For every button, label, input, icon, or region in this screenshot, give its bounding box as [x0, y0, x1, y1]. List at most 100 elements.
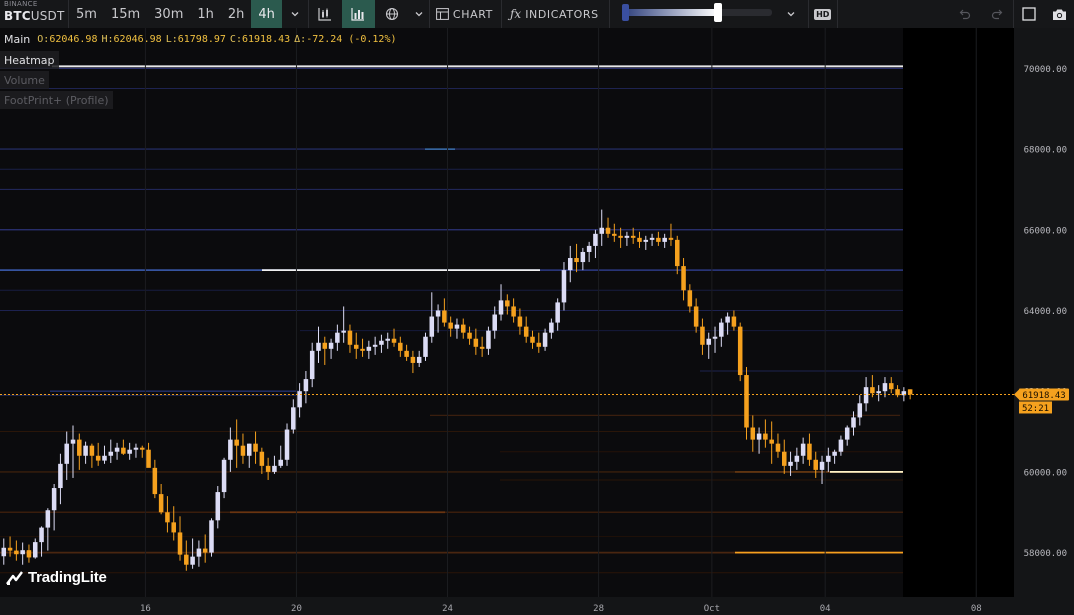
candle-body — [763, 433, 768, 440]
candle-body — [108, 451, 114, 456]
candle-body — [454, 324, 460, 329]
time-tick-label: Oct — [704, 604, 720, 614]
symbol-selector[interactable]: BINANCE BTCUSDT — [0, 0, 68, 28]
slider-min-handle[interactable] — [621, 4, 629, 21]
tradinglite-logo-icon — [6, 570, 23, 585]
candle-body — [7, 547, 13, 551]
candle-body — [750, 427, 756, 440]
candle-body — [700, 326, 705, 345]
high-value: 62046.98 — [113, 33, 162, 45]
close-value: 61918.43 — [241, 33, 291, 45]
candle-body — [177, 532, 183, 555]
candle-body — [26, 550, 32, 558]
candle-body — [196, 548, 202, 557]
candle-body — [39, 527, 44, 543]
timeframe-30m[interactable]: 30m — [147, 0, 190, 28]
time-tick-label: 20 — [291, 604, 302, 614]
candle-body — [102, 455, 107, 461]
candle-body — [687, 290, 693, 307]
redo-icon — [991, 9, 1003, 20]
chart-settings-button[interactable]: CHART — [430, 0, 501, 28]
time-tick-label: 24 — [442, 604, 453, 614]
candle-body — [838, 439, 844, 452]
redo-button[interactable] — [981, 0, 1013, 28]
square-icon — [1022, 7, 1036, 21]
time-tick-label: 16 — [140, 604, 151, 614]
candle-body — [737, 326, 743, 376]
heatmap-mode-button[interactable] — [341, 0, 375, 28]
candle-body — [593, 233, 598, 246]
candle-body — [769, 439, 774, 444]
hd-badge: HD — [814, 8, 832, 20]
time-tick-label: 04 — [820, 604, 831, 614]
candle-body — [706, 338, 711, 345]
slider-max-handle[interactable] — [713, 3, 722, 22]
candle-countdown: 52:21 — [1022, 404, 1049, 414]
candle-body — [253, 443, 258, 452]
time-axis — [0, 597, 1014, 615]
globe-dropdown[interactable] — [409, 0, 429, 28]
candle-body — [70, 439, 76, 444]
candle-body — [719, 322, 724, 337]
fullscreen-button[interactable] — [1014, 0, 1044, 28]
price-chart[interactable]: 58000.0060000.0062000.0064000.0066000.00… — [0, 28, 1074, 615]
candle-body — [870, 387, 875, 394]
candle-body — [857, 403, 863, 418]
candle-body — [630, 235, 636, 238]
globe-button[interactable] — [375, 0, 409, 28]
future-area — [903, 28, 1014, 597]
undo-button[interactable] — [949, 0, 981, 28]
timeframe-2h[interactable]: 2h — [221, 0, 252, 28]
candle-body — [322, 342, 328, 349]
candle-body — [328, 342, 334, 349]
timeframe-dropdown[interactable] — [282, 0, 308, 28]
slider-dropdown[interactable] — [774, 0, 808, 28]
candle-body — [139, 447, 145, 450]
candle-body — [876, 391, 881, 394]
chart-area[interactable]: 58000.0060000.0062000.0064000.0066000.00… — [0, 28, 1074, 615]
layer-heatmap[interactable]: Heatmap — [0, 51, 59, 69]
candle-body — [20, 550, 25, 555]
candle-body — [907, 389, 913, 395]
timeframe-1h[interactable]: 1h — [190, 0, 221, 28]
camera-icon — [1052, 9, 1066, 20]
top-toolbar: BINANCE BTCUSDT 5m 15m 30m 1h 2h 4h CHAR… — [0, 0, 1074, 28]
price-tick-label: 60000.00 — [1024, 468, 1067, 478]
candle-body — [89, 445, 95, 456]
layer-volume[interactable]: Volume — [0, 71, 49, 89]
candle-body — [398, 342, 403, 351]
candle-body — [649, 237, 655, 240]
candle-body — [567, 258, 573, 271]
screenshot-button[interactable] — [1044, 0, 1074, 28]
indicators-button[interactable]: ƒx INDICATORS — [502, 0, 609, 28]
change-value: -72.24 (-0.12%) — [306, 33, 397, 45]
timeframe-15m[interactable]: 15m — [104, 0, 147, 28]
candle-body — [423, 336, 428, 357]
chevron-down-icon — [291, 12, 299, 17]
candle-body — [259, 451, 265, 466]
candle-body — [693, 306, 699, 327]
candle-body — [45, 510, 51, 528]
chevron-down-icon — [787, 12, 795, 17]
candle-body — [272, 465, 277, 472]
candle-body — [656, 237, 661, 242]
timeframe-5m[interactable]: 5m — [69, 0, 104, 28]
timeframe-4h[interactable]: 4h — [251, 0, 282, 28]
candle-body — [303, 379, 309, 392]
candle-body — [228, 439, 233, 460]
candle-body — [297, 391, 302, 408]
layer-footprint-profile[interactable]: FootPrint+ (Profile) — [0, 91, 113, 109]
candle-body — [158, 494, 164, 513]
candle-body — [133, 447, 139, 450]
candle-body — [479, 346, 485, 349]
hd-toggle[interactable]: HD — [809, 0, 837, 28]
heatmap-intensity-slider[interactable] — [621, 0, 772, 28]
candle-body — [618, 235, 623, 238]
main-pane-label[interactable]: Main — [0, 33, 34, 46]
candles-button[interactable] — [309, 0, 342, 28]
symbol-label: BTCUSDT — [4, 9, 65, 23]
candle-body — [385, 338, 390, 341]
candle-body — [309, 350, 315, 380]
bar-chart-icon — [351, 8, 365, 21]
candle-body — [291, 407, 296, 430]
